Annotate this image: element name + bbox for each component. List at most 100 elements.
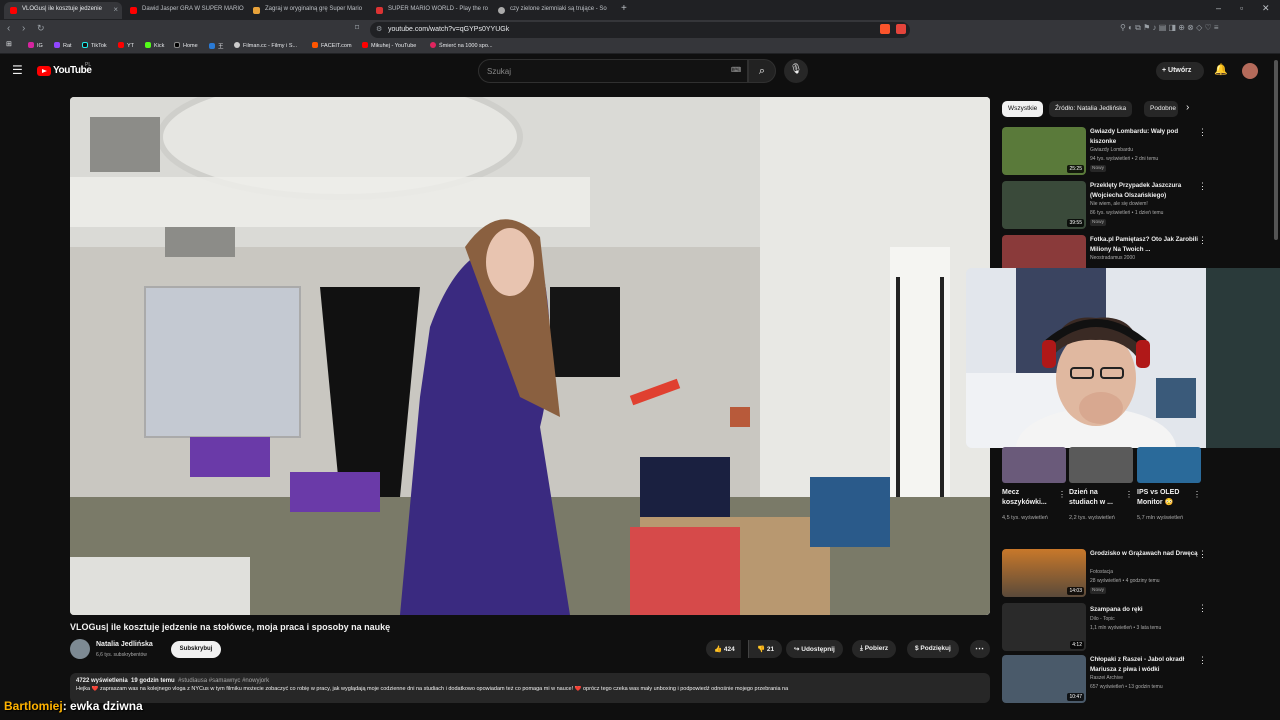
tab[interactable]: czy zielone ziemniaki są trujące - So	[492, 2, 614, 19]
faceit-icon	[312, 42, 318, 48]
bookmarks-bar: ⊞ IG Rat TikTok YT Kick Home 王 Filman.cc…	[0, 40, 1280, 54]
site-icon	[430, 42, 436, 48]
chip-source[interactable]: Źródło: Natalia Jedlińska	[1049, 101, 1133, 117]
bookmark-yt[interactable]: YT	[118, 42, 134, 49]
mic-icon: 🎙	[789, 64, 803, 75]
apps-icon[interactable]: ⊞	[6, 40, 12, 48]
site-icon	[234, 42, 240, 48]
channel-name[interactable]: Natalia Jedlińska	[96, 641, 153, 648]
recommended-video[interactable]: 4:12 Szampana do ręki Dilo - Topic 1,1 m…	[1002, 603, 1207, 655]
recommended-video[interactable]: 25:25 Gwiazdy Lombardu: Wały pod kiszonk…	[1002, 127, 1207, 179]
more-icon[interactable]: ⋮	[1198, 603, 1207, 614]
video-thumbnail: 10:47	[1002, 655, 1086, 703]
webcam-overlay	[966, 268, 1280, 448]
keyboard-icon[interactable]: ⌨	[731, 66, 741, 74]
recommended-video[interactable]: 10:47 Chłopaki z Raszei - Jabol okradł M…	[1002, 655, 1207, 707]
back-icon[interactable]: ‹	[7, 23, 10, 34]
chevron-right-icon[interactable]: ›	[1186, 102, 1189, 113]
bookmark-filman[interactable]: Filman.cc - Filmy i S...	[234, 42, 297, 49]
tab[interactable]: Zagraj w oryginalną grę Super Mario	[247, 2, 367, 19]
like-button[interactable]: 👍 424	[706, 640, 741, 658]
thumbs-up-icon: 👍	[714, 646, 724, 653]
video-player[interactable]	[70, 97, 990, 615]
video-frame	[70, 97, 990, 615]
share-button[interactable]: ↪ Udostępnij	[786, 640, 843, 658]
search-input[interactable]: Szukaj	[478, 59, 748, 83]
url-field[interactable]: ⚙ youtube.com/watch?v=qGYPs0YYUGk	[370, 22, 910, 38]
recommended-video[interactable]: 14:03 Grodzisko w Grążawach nad Drwęcą F…	[1002, 549, 1207, 601]
short-video[interactable]: Dzień na studiach w ... 2,2 tys. wyświet…	[1069, 447, 1133, 537]
channel-avatar[interactable]	[70, 639, 90, 659]
tab[interactable]: Dawid Jasper GRA W SUPER MARIO	[124, 2, 244, 19]
chat-text: : ewka dziwna	[62, 699, 143, 713]
youtube-logo-icon[interactable]	[37, 66, 51, 76]
short-video[interactable]: Mecz koszykówki... 4,5 tys. wyświetleń ⋮	[1002, 447, 1066, 537]
more-icon[interactable]: ⋮	[1193, 490, 1201, 499]
bookmark-ig[interactable]: IG	[28, 42, 43, 49]
short-thumbnail	[1069, 447, 1133, 483]
video-title: VLOGus| ile kosztuje jedzenie na stołówc…	[70, 622, 391, 632]
twitch-icon	[54, 42, 60, 48]
country-code: PL	[85, 62, 92, 68]
more-icon[interactable]: ⋮	[1198, 655, 1207, 666]
brave-rewards-icon[interactable]	[896, 24, 906, 34]
chip-similar[interactable]: Podobne	[1144, 101, 1178, 117]
bookmark-smierc[interactable]: Śmierć na 1000 spo...	[430, 42, 493, 49]
voice-search-button[interactable]: 🎙	[784, 59, 808, 83]
subscriber-count: 6,6 tys. subskrybentów	[96, 652, 147, 658]
video-thumbnail: 14:03	[1002, 549, 1086, 597]
close-icon[interactable]: ×	[113, 5, 118, 14]
brave-shield-icon[interactable]	[880, 24, 890, 34]
x-icon	[174, 42, 180, 48]
chat-message: Bartlomiej: ewka dziwna	[4, 699, 143, 713]
more-icon[interactable]: ⋮	[1198, 127, 1207, 138]
new-tab-button[interactable]: +	[621, 3, 627, 14]
avatar[interactable]	[1242, 63, 1258, 79]
tab[interactable]: SUPER MARIO WORLD - Play the ro	[370, 2, 490, 19]
bookmark-faceit[interactable]: FACEIT.com	[312, 42, 352, 49]
bookmark-mikuhej[interactable]: Mikuhej - YouTube	[362, 42, 416, 49]
video-thumbnail: 4:12	[1002, 603, 1086, 651]
recommended-video[interactable]: 39:55 Przeklęty Przypadek Jaszczura (Woj…	[1002, 181, 1207, 233]
bookmark-misc[interactable]: 王	[209, 42, 224, 50]
bookmark-home[interactable]: Home	[174, 42, 198, 49]
more-actions-button[interactable]: ⋯	[970, 640, 990, 658]
description-box[interactable]: 4722 wyświetlenia 19 godzin temu #studia…	[70, 673, 990, 703]
more-icon[interactable]: ⋮	[1198, 549, 1207, 560]
more-icon[interactable]: ⋮	[1198, 181, 1207, 192]
recommended-video[interactable]: Fotka.pl Pamiętasz? Oto Jak Zarobili Mil…	[1002, 235, 1207, 268]
reload-icon[interactable]: ↻	[37, 23, 45, 34]
dislike-button[interactable]: 👎 21	[748, 640, 783, 658]
bookmark-icon[interactable]: ⌑	[355, 23, 359, 32]
game-icon	[253, 7, 260, 14]
youtube-icon	[362, 42, 368, 48]
tab-active[interactable]: VLOGus| ile kosztuje jedzenie ×	[4, 2, 122, 19]
subscribe-button[interactable]: Subskrybuj	[171, 641, 221, 658]
address-bar-row: ‹ › ↻ ⌑ ⚙ youtube.com/watch?v=qGYPs0YYUGk…	[0, 20, 1280, 40]
more-icon[interactable]: ⋮	[1058, 490, 1066, 499]
bookmark-kick[interactable]: Kick	[145, 42, 164, 49]
video-thumbnail: 39:55	[1002, 181, 1086, 229]
thanks-button[interactable]: $ Podziękuj	[907, 640, 959, 658]
site-info-icon[interactable]: ⚙	[376, 25, 382, 33]
chip-all[interactable]: Wszystkie	[1002, 101, 1044, 117]
close-window-button[interactable]: ✕	[1262, 3, 1270, 14]
more-icon[interactable]: ⋮	[1198, 235, 1207, 246]
minimize-button[interactable]: –	[1216, 3, 1221, 13]
download-button[interactable]: ⤓ Pobierz	[852, 640, 897, 658]
menu-icon[interactable]: ☰	[12, 63, 23, 77]
extensions-icon[interactable]: ⚲ ◐ ⧉ ⚑ ♪ ▤ ◨ ⊕ ⊗ ◇ ♡ ≡	[1120, 23, 1219, 33]
search-button[interactable]: ⌕	[748, 59, 776, 83]
tiktok-icon	[82, 42, 88, 48]
create-button[interactable]: + Utwórz	[1156, 62, 1204, 80]
maximize-button[interactable]: ▫	[1240, 3, 1243, 13]
scrollbar[interactable]	[1274, 60, 1278, 240]
bell-icon[interactable]: 🔔	[1214, 63, 1228, 76]
bookmark-rat[interactable]: Rat	[54, 42, 72, 49]
short-thumbnail	[1002, 447, 1066, 483]
youtube-icon	[130, 7, 137, 14]
forward-icon[interactable]: ›	[22, 23, 25, 34]
short-video[interactable]: IPS vs OLED Monitor 😳 5,7 mln wyświetleń…	[1137, 447, 1201, 537]
bookmark-tiktok[interactable]: TikTok	[82, 42, 107, 49]
more-icon[interactable]: ⋮	[1125, 490, 1133, 499]
